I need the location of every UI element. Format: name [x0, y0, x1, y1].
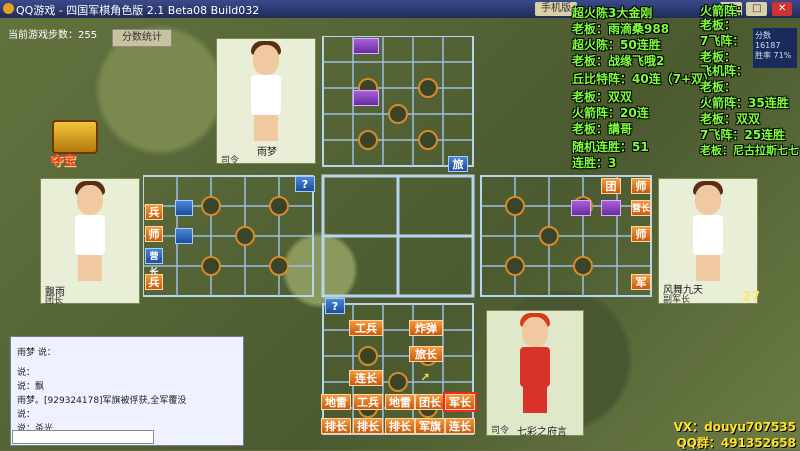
- player-rank: 副军长: [663, 295, 691, 305]
- overlay-line: 老板：: [700, 80, 737, 94]
- right-piece[interactable]: 师: [631, 226, 651, 242]
- player-panel-left: 飘雨 团长: [40, 178, 140, 306]
- bottom-piece[interactable]: 连长: [445, 418, 475, 434]
- overlay-line: 火箭阵：20连: [572, 106, 649, 120]
- mobile-version-button[interactable]: 手机版: [535, 2, 577, 16]
- overlay-line: 老板：双双: [572, 90, 633, 104]
- move-arrow-icon: ↗: [420, 371, 430, 384]
- bottom-piece[interactable]: 地雷: [321, 394, 351, 410]
- legs: [696, 255, 720, 281]
- bottom-piece[interactable]: 工兵: [353, 394, 383, 410]
- overlay-line: 超火陈：50连胜: [572, 38, 661, 52]
- chat-input[interactable]: [12, 430, 154, 444]
- left-piece[interactable]: 师: [145, 226, 163, 242]
- bottom-unknown-piece[interactable]: ?: [325, 298, 345, 314]
- left-piece[interactable]: 兵: [145, 274, 163, 290]
- chat-line: 雨梦 说：: [17, 348, 56, 358]
- overlay-line: 7飞阵：: [700, 34, 745, 48]
- bottom-piece[interactable]: 工兵: [349, 320, 383, 336]
- right-piece[interactable]: 师: [631, 178, 651, 194]
- overlay-line: 丘比特阵：40连（7+双）: [572, 72, 716, 86]
- overlay-line: 连胜：3: [572, 156, 617, 170]
- right-piece[interactable]: 营长: [631, 200, 651, 216]
- top-right-mini-panel: 分数 16187 胜率 71%: [753, 28, 797, 68]
- bottom-piece[interactable]: 连长: [349, 370, 383, 386]
- right-piece-purple[interactable]: [601, 200, 621, 216]
- window-title: QQ游戏 - 四国军棋角色版 2.1 Beta08 Build032: [16, 4, 260, 17]
- left-piece-blank[interactable]: [175, 200, 193, 216]
- bottom-piece[interactable]: 团长: [415, 394, 445, 410]
- overlay-line: 老板：雨滴桑988: [572, 22, 670, 36]
- maximize-button[interactable]: □: [746, 2, 768, 16]
- player-rank: 团长: [45, 296, 64, 306]
- legs: [78, 255, 102, 281]
- left-unknown-piece[interactable]: ?: [295, 176, 315, 192]
- body: [75, 215, 105, 255]
- bottom-piece[interactable]: 地雷: [385, 394, 415, 410]
- treasure-label: 夺宝: [50, 154, 77, 169]
- step-counter: 当前游戏步数：255: [8, 30, 98, 41]
- overlay-line: 老板：講哥: [572, 122, 633, 136]
- right-piece[interactable]: 团: [601, 178, 621, 194]
- overlay-line: 老板：: [700, 18, 737, 32]
- overlay-line: 飞机阵：: [700, 64, 749, 78]
- treasure-chest-icon: [52, 120, 98, 154]
- player-panel-right: 风舞九天 副军长: [658, 178, 758, 305]
- body: [693, 215, 723, 255]
- bottom-piece[interactable]: 排长: [321, 418, 351, 434]
- chat-line: 雨梦。[929324178]军旗被俘获,全军覆没: [17, 396, 187, 406]
- bottom-piece[interactable]: 旅长: [409, 346, 443, 362]
- bottom-piece[interactable]: 军旗: [415, 418, 445, 434]
- footer-vx: VX：douyu707535: [673, 420, 796, 434]
- overlay-line: 老板：战缘飞哦2: [572, 54, 665, 68]
- top-piece-purple[interactable]: [353, 90, 379, 106]
- right-piece[interactable]: 军: [631, 274, 651, 290]
- head: [77, 185, 103, 215]
- close-button[interactable]: ✕: [772, 2, 793, 16]
- mini-line: 分数 16187: [755, 31, 781, 50]
- head: [695, 185, 721, 215]
- mini-line: 胜率 71%: [755, 51, 792, 60]
- overlay-line: 老板：尼古拉斯七七: [700, 144, 799, 157]
- overlay-line: 7飞阵：25连胜: [700, 128, 786, 142]
- qq-logo-icon: [3, 3, 14, 14]
- bottom-piece[interactable]: 排长: [353, 418, 383, 434]
- overlay-line: 超火陈3大金刚: [572, 6, 653, 20]
- avatar: [659, 179, 757, 289]
- chat-line: 说：: [17, 410, 36, 420]
- right-piece-purple[interactable]: [571, 200, 591, 216]
- avatar: [41, 179, 139, 289]
- top-piece-blue[interactable]: 旅: [448, 156, 468, 172]
- bottom-piece[interactable]: 排长: [385, 418, 415, 434]
- top-piece-purple[interactable]: [353, 38, 379, 54]
- overlay-line: 老板：双双: [700, 112, 761, 126]
- footer-qq: QQ群：491352658: [676, 436, 796, 450]
- bottom-piece[interactable]: 炸弹: [409, 320, 443, 336]
- bottom-piece-selected[interactable]: 军长: [443, 392, 477, 412]
- left-piece[interactable]: 兵: [145, 204, 163, 220]
- overlay-line: 随机连胜：51: [572, 140, 649, 154]
- right-player-score: 27: [742, 290, 761, 305]
- left-piece[interactable]: 营长: [145, 248, 163, 278]
- chat-line: 说：飘: [17, 382, 45, 392]
- left-piece-blank[interactable]: [175, 228, 193, 244]
- overlay-line: 火箭阵：35连胜: [700, 96, 789, 110]
- treasure-button[interactable]: 夺宝: [42, 120, 112, 169]
- chat-line: 说：: [17, 368, 36, 378]
- title-bar: QQ游戏 - 四国军棋角色版 2.1 Beta08 Build032 手机版 —…: [0, 0, 800, 18]
